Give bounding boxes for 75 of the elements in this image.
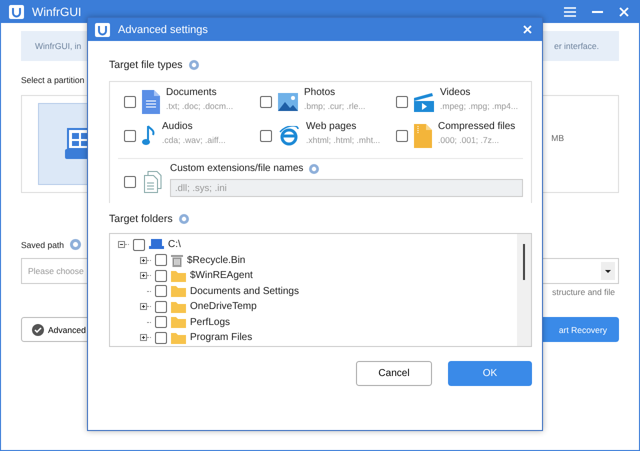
folder-icon [171, 300, 186, 313]
checkbox[interactable] [260, 130, 272, 142]
checkbox[interactable] [155, 300, 167, 313]
ok-button[interactable]: OK [448, 361, 532, 386]
scrollbar-thumb[interactable] [523, 244, 525, 280]
checkbox[interactable] [396, 96, 408, 108]
app-logo-icon [95, 22, 110, 36]
custom-extensions-label: Custom extensions/file names [170, 163, 304, 174]
partition-size: MB [551, 133, 564, 143]
file-type-extensions: .000; .001; .7z... [438, 135, 500, 145]
folder-icon [171, 270, 186, 282]
trash-icon [171, 254, 183, 267]
folder-name[interactable]: Documents and Settings [190, 286, 299, 297]
banner-text: WinfrGUI, in [35, 41, 82, 51]
photo-icon [278, 93, 298, 111]
folder-name[interactable]: $Recycle.Bin [187, 254, 246, 266]
folder-name[interactable]: PerfLogs [190, 316, 230, 328]
checkbox[interactable] [124, 96, 136, 108]
close-icon[interactable] [523, 25, 532, 34]
checkbox[interactable] [155, 332, 167, 344]
file-type-extensions: .txt; .doc; .docm... [166, 101, 234, 111]
file-type-name: Documents [166, 87, 218, 98]
close-icon[interactable] [619, 7, 629, 17]
file-type-name: Photos [304, 87, 336, 98]
folder-name[interactable]: $WinREAgent [190, 270, 253, 282]
app-logo-icon [9, 5, 24, 19]
saved-path-label: Saved path [21, 240, 64, 250]
dialog-title: Advanced settings [118, 24, 208, 36]
checkbox[interactable] [133, 238, 145, 251]
menu-icon[interactable] [564, 7, 576, 17]
saved-path-placeholder: Please choose [28, 266, 84, 276]
folder-icon [171, 332, 186, 344]
saved-path-hint: structure and file [552, 287, 616, 297]
checkbox[interactable] [396, 130, 408, 142]
file-type-extensions: .cda; .wav; .aiff... [162, 135, 226, 145]
checkbox[interactable] [155, 316, 167, 328]
checkbox[interactable] [124, 176, 136, 188]
expand-icon[interactable] [140, 256, 147, 264]
file-type-name: Audios [162, 121, 194, 132]
checkbox[interactable] [124, 130, 136, 142]
folders-label: Target folders [109, 213, 173, 225]
check-circle-icon [32, 324, 44, 336]
file-type-extensions: .xhtml; .html; .mht... [306, 135, 380, 145]
video-clapper-icon [414, 92, 434, 112]
file-type-extensions: .mpeg; .mpg; .mp4... [440, 101, 518, 111]
checkbox[interactable] [155, 285, 167, 298]
window-title: WinfrGUI [32, 5, 82, 19]
cancel-button[interactable]: Cancel [356, 361, 432, 386]
music-note-icon [142, 125, 156, 147]
expand-icon[interactable] [140, 334, 147, 342]
folder-name[interactable]: C:\ [168, 239, 181, 250]
file-type-name: Videos [440, 87, 472, 98]
checkbox[interactable] [155, 254, 167, 266]
file-type-name: Compressed files [438, 121, 516, 132]
dropdown-caret-icon[interactable] [601, 262, 615, 280]
documents-icon [144, 171, 162, 193]
folder-name[interactable]: OneDriveTemp [190, 301, 257, 312]
archive-file-icon [414, 124, 432, 148]
scrollbar[interactable] [517, 234, 531, 346]
file-type-name: Web pages [306, 121, 358, 132]
checkbox[interactable] [260, 96, 272, 108]
collapse-icon[interactable] [118, 241, 125, 248]
folder-icon [171, 285, 186, 298]
banner-text: er interface. [554, 41, 599, 51]
drive-icon [149, 239, 164, 250]
file-type-extensions: .bmp; .cur; .rle... [304, 101, 366, 111]
file-types-label: Target file types [109, 59, 183, 71]
expand-icon[interactable] [140, 272, 147, 280]
folder-icon [171, 316, 186, 328]
expand-icon[interactable] [140, 303, 147, 310]
globe-e-icon [278, 126, 300, 146]
checkbox[interactable] [155, 270, 167, 282]
folder-name[interactable]: Program Files [190, 332, 252, 344]
partition-label: Select a partition [21, 75, 86, 85]
document-icon [142, 90, 160, 114]
